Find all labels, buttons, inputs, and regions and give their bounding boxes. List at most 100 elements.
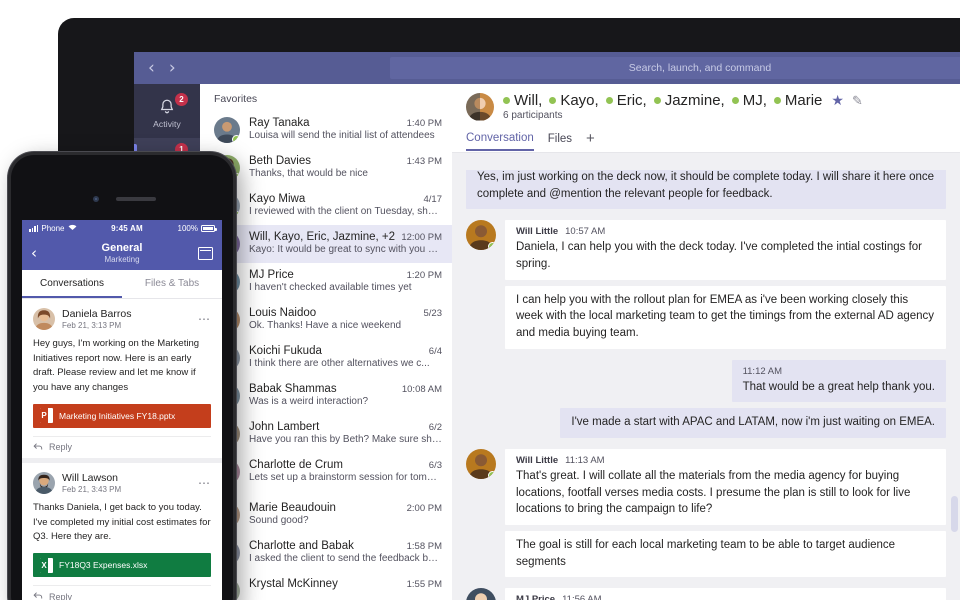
excel-icon: X bbox=[40, 557, 53, 573]
forward-icon[interactable]: › bbox=[169, 59, 176, 77]
chat-list-item[interactable]: John Lambert 6/2 Have you ran this by Be… bbox=[200, 415, 452, 453]
message-time: 11:56 AM bbox=[562, 594, 602, 600]
add-tab-icon[interactable]: + bbox=[586, 130, 595, 152]
message-text: Yes, im just working on the deck now, it… bbox=[477, 171, 935, 200]
clock-label: 9:45 AM bbox=[111, 223, 143, 233]
post-reply-button[interactable]: Reply bbox=[33, 435, 211, 458]
message-row: 11:12 AM That would be a great help than… bbox=[452, 359, 960, 403]
tablet-nav-buttons: ‹ › bbox=[134, 59, 384, 77]
post-text: Hey guys, I'm working on the Marketing I… bbox=[33, 338, 200, 394]
avatar bbox=[214, 117, 240, 143]
chat-item-time: 6/2 bbox=[428, 422, 442, 433]
chat-item-preview: Lets set up a brainstorm session for tom… bbox=[249, 472, 442, 483]
phone-status-bar: Phone 9:45 AM 100% bbox=[22, 220, 222, 236]
participant-chip: Kayo, bbox=[549, 92, 599, 109]
chat-list-item[interactable]: Charlotte de Crum 6/3 Lets set up a brai… bbox=[200, 453, 452, 491]
post-attachment[interactable]: X FY18Q3 Expenses.xlsx bbox=[33, 553, 211, 578]
chat-list[interactable]: Favorites Ray Tanaka 1:40 PM Louisa will… bbox=[200, 84, 452, 600]
avatar bbox=[466, 220, 496, 251]
chat-item-time: 1:43 PM bbox=[406, 156, 442, 167]
post-overflow-icon[interactable]: ⋯ bbox=[198, 313, 211, 325]
message-scrollbar[interactable] bbox=[951, 496, 958, 532]
post-reply-button[interactable]: Reply bbox=[33, 585, 211, 600]
chat-item-name: Koichi Fukuda bbox=[249, 345, 322, 357]
chat-list-item-selected[interactable]: Will, Kayo, Eric, Jazmine, +2 12:00 PM K… bbox=[200, 225, 452, 263]
rail-item-activity[interactable]: Activity 2 bbox=[134, 88, 200, 138]
chat-list-item[interactable]: Krystal McKinney 1:55 PM bbox=[200, 572, 452, 600]
search-input[interactable]: Search, launch, and command bbox=[390, 57, 960, 79]
chat-item-preview: Sound good? bbox=[249, 515, 309, 526]
participants-count: 6 participants bbox=[503, 110, 563, 121]
chat-list-item[interactable]: Koichi Fukuda 6/4 I think there are othe… bbox=[200, 339, 452, 377]
back-icon[interactable]: ‹ bbox=[31, 244, 37, 262]
front-camera-icon bbox=[93, 196, 99, 202]
tablet-screen: ‹ › ✎ Search, launch, and command Activi… bbox=[134, 52, 960, 600]
chat-item-time: 6/3 bbox=[428, 460, 442, 471]
chat-list-item[interactable]: Beth Davies 1:43 PM Thanks, that would b… bbox=[200, 149, 452, 187]
participant-chip: Will, bbox=[503, 92, 542, 109]
chat-item-preview: Was is a weird interaction? bbox=[249, 396, 369, 407]
chat-item-time: 1:40 PM bbox=[406, 118, 442, 129]
chat-list-item[interactable]: Babak Shammas 10:08 AM Was is a weird in… bbox=[200, 377, 452, 415]
presence-dot-icon bbox=[549, 97, 557, 104]
post-attachment[interactable]: P Marketing Initiatives FY18.pptx bbox=[33, 403, 211, 428]
chat-item-name: MJ Price bbox=[249, 269, 294, 281]
message-bubble: 10:50 AM Yes, im just working on the dec… bbox=[466, 170, 946, 210]
avatar bbox=[33, 471, 55, 494]
reply-label: Reply bbox=[49, 591, 73, 600]
chat-item-name: Charlotte de Crum bbox=[249, 459, 343, 471]
add-tab-icon[interactable] bbox=[198, 246, 213, 260]
activity-badge: 2 bbox=[175, 93, 188, 106]
chat-list-item[interactable]: Kayo Miwa 4/17 I reviewed with the clien… bbox=[200, 187, 452, 225]
powerpoint-icon: P bbox=[40, 408, 53, 424]
chat-list-item[interactable]: Charlotte and Babak 1:58 PM I asked the … bbox=[200, 534, 452, 572]
phone-header-titles: General Marketing bbox=[22, 242, 222, 264]
tab-conversation[interactable]: Conversation bbox=[466, 132, 534, 151]
phone-post: Will Lawson Feb 21, 3:43 PM ⋯ Thanks Dan… bbox=[22, 463, 222, 600]
post-text: Thanks Daniela, I get back to you today.… bbox=[33, 501, 211, 543]
message-author: Will Little bbox=[516, 455, 559, 467]
message-author: MJ Price bbox=[516, 594, 556, 600]
earpiece-speaker bbox=[116, 197, 156, 201]
presence-indicator bbox=[232, 135, 240, 143]
chat-list-item[interactable]: Marie Beaudouin 2:00 PM Sound good? bbox=[200, 491, 452, 534]
phone-header: ‹ General Marketing bbox=[22, 236, 222, 270]
message-row: I can help you with the rollout plan for… bbox=[452, 285, 960, 349]
post-overflow-icon[interactable]: ⋯ bbox=[198, 477, 211, 489]
message-text: I can help you with the rollout plan for… bbox=[516, 293, 935, 340]
presence-dot-icon bbox=[773, 97, 781, 104]
tab-conversations[interactable]: Conversations bbox=[22, 270, 122, 298]
chat-list-item[interactable]: MJ Price 1:20 PM I haven't checked avail… bbox=[200, 263, 452, 301]
message-meta: 11:12 AM bbox=[743, 366, 935, 377]
favorite-star-icon[interactable]: ★ bbox=[831, 92, 844, 109]
presence-dot-icon bbox=[605, 97, 613, 104]
tab-files[interactable]: Files bbox=[548, 133, 572, 150]
carrier-label: Phone bbox=[41, 223, 65, 233]
message-text: That would be a great help thank you. bbox=[742, 380, 935, 393]
back-icon[interactable]: ‹ bbox=[148, 59, 155, 77]
message-row: I've made a start with APAC and LATAM, n… bbox=[452, 408, 960, 439]
message-stream[interactable]: 10:50 AM Yes, im just working on the dec… bbox=[452, 170, 960, 600]
chat-list-item[interactable]: Ray Tanaka 1:40 PM Louisa will send the … bbox=[200, 111, 452, 149]
edit-pencil-icon[interactable]: ✎ bbox=[852, 93, 863, 109]
conversation-header: Will, Kayo, Eric, Jazmine, MJ, Marie ★ ✎… bbox=[452, 84, 960, 153]
team-name: Marketing bbox=[104, 254, 140, 264]
message-row: MJ Price11:56 AM This is great progress,… bbox=[452, 588, 960, 600]
post-time: Feb 21, 3:43 PM bbox=[62, 484, 122, 494]
chat-item-name: Charlotte and Babak bbox=[249, 540, 354, 552]
chat-list-item[interactable]: Louis Naidoo 5/23 Ok. Thanks! Have a nic… bbox=[200, 301, 452, 339]
chat-item-time: 12:00 PM bbox=[401, 232, 442, 243]
chat-item-time: 1:55 PM bbox=[406, 579, 442, 590]
avatar bbox=[33, 308, 55, 330]
chat-item-name: Will, Kayo, Eric, Jazmine, +2 bbox=[249, 231, 396, 243]
channel-title: General bbox=[101, 241, 143, 254]
chat-item-preview: I asked the client to send the feedback … bbox=[249, 553, 442, 564]
group-avatar bbox=[466, 92, 494, 121]
chat-item-name: Beth Davies bbox=[249, 155, 312, 167]
message-text: The goal is still for each local marketi… bbox=[516, 539, 896, 568]
message-time: 11:12 AM bbox=[742, 365, 782, 377]
tab-files-and-tabs[interactable]: Files & Tabs bbox=[122, 270, 222, 298]
message-row: The goal is still for each local marketi… bbox=[452, 531, 960, 578]
rail-label-activity: Activity bbox=[153, 118, 181, 129]
phone-feed[interactable]: Daniela Barros Feb 21, 3:13 PM ⋯ Hey guy… bbox=[22, 299, 222, 600]
